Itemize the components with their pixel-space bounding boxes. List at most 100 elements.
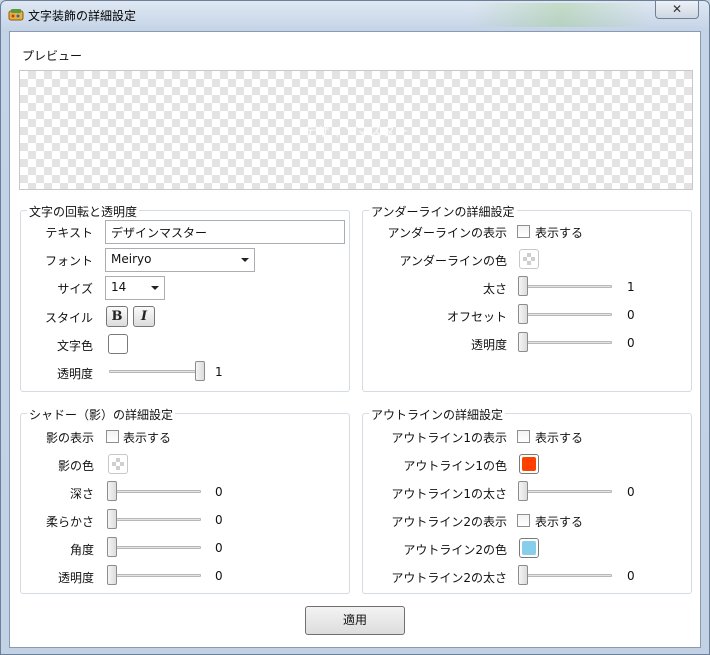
slider-track xyxy=(107,490,201,493)
shadow-show-label: 影の表示 xyxy=(45,431,94,445)
underline-color-label: アンダーラインの色 xyxy=(399,254,507,268)
slider-thumb[interactable] xyxy=(107,537,117,557)
underline-color-button[interactable] xyxy=(519,249,539,269)
preview-text: デザインマスター xyxy=(303,125,408,140)
underline-group: アンダーラインの詳細設定 アンダーラインの表示 表示する アンダーラインの色 太… xyxy=(362,203,692,392)
depth-value: 0 xyxy=(215,485,223,499)
softness-slider[interactable] xyxy=(107,509,201,529)
slider-track xyxy=(107,546,201,549)
group-title: アンダーラインの詳細設定 xyxy=(369,203,517,220)
outline1-show-label: アウトライン1の表示 xyxy=(391,431,507,445)
color-swatch xyxy=(522,457,536,471)
slider-thumb[interactable] xyxy=(195,361,205,381)
font-label: フォント xyxy=(44,254,93,268)
chevron-down-icon xyxy=(151,286,159,290)
angle-slider[interactable] xyxy=(107,537,201,557)
angle-label: 角度 xyxy=(69,543,94,557)
slider-thumb[interactable] xyxy=(518,276,528,296)
outline2-thickness-slider[interactable] xyxy=(518,565,612,585)
slider-thumb[interactable] xyxy=(518,565,528,585)
underline-show-label: アンダーラインの表示 xyxy=(387,226,507,240)
font-select[interactable]: Meiryo xyxy=(105,248,255,272)
outline1-thickness-value: 0 xyxy=(627,485,635,499)
outline2-color-button[interactable] xyxy=(519,538,539,558)
outline2-thickness-value: 0 xyxy=(627,569,635,583)
angle-value: 0 xyxy=(215,541,223,555)
close-button[interactable]: ✕ xyxy=(655,1,699,19)
font-select-value: Meiryo xyxy=(111,252,152,266)
slider-thumb[interactable] xyxy=(107,565,117,585)
size-select-value: 14 xyxy=(111,280,127,294)
shadow-show-checkbox-label[interactable]: 表示する xyxy=(123,429,171,446)
title-bar[interactable]: 文字装飾の詳細設定 ✕ xyxy=(1,1,709,29)
slider-thumb[interactable] xyxy=(107,481,117,501)
depth-label: 深さ xyxy=(69,487,94,501)
text-color-button[interactable] xyxy=(108,334,128,354)
slider-thumb[interactable] xyxy=(107,509,117,529)
shadow-show-checkbox[interactable] xyxy=(106,430,119,443)
outline2-color-label: アウトライン2の色 xyxy=(403,543,507,557)
text-label: テキスト xyxy=(45,226,93,240)
outline1-color-label: アウトライン1の色 xyxy=(403,459,507,473)
outline1-thickness-slider[interactable] xyxy=(518,481,612,501)
italic-button[interactable]: I xyxy=(133,306,155,327)
outline1-show-checkbox-label[interactable]: 表示する xyxy=(535,429,583,446)
slider-thumb[interactable] xyxy=(518,481,528,501)
size-select[interactable]: 14 xyxy=(105,276,165,300)
shadow-color-label: 影の色 xyxy=(57,459,94,473)
underline-opacity-label: 透明度 xyxy=(470,338,507,352)
shadow-opacity-value: 0 xyxy=(215,569,223,583)
outline2-show-checkbox-label[interactable]: 表示する xyxy=(535,513,583,530)
outline2-thickness-label: アウトライン2の太さ xyxy=(391,571,507,585)
shadow-opacity-slider[interactable] xyxy=(107,565,201,585)
depth-slider[interactable] xyxy=(107,481,201,501)
slider-track xyxy=(518,490,612,493)
offset-label: オフセット xyxy=(446,310,507,324)
slider-thumb[interactable] xyxy=(518,304,528,324)
title-decoration xyxy=(471,3,651,27)
slider-thumb[interactable] xyxy=(518,332,528,352)
preview-canvas: デザインマスター xyxy=(19,70,693,190)
group-title: アウトラインの詳細設定 xyxy=(369,406,506,423)
slider-track xyxy=(518,313,612,316)
close-icon: ✕ xyxy=(671,2,683,16)
slider-track xyxy=(518,574,612,577)
style-label: スタイル xyxy=(44,311,93,325)
thickness-slider[interactable] xyxy=(518,276,612,296)
rotation-opacity-group: 文字の回転と透明度 テキスト デザインマスター フォント Meiryo サイズ … xyxy=(20,203,350,392)
offset-slider[interactable] xyxy=(518,304,612,324)
color-swatch xyxy=(112,458,124,470)
outline2-show-label: アウトライン2の表示 xyxy=(391,515,507,529)
size-label: サイズ xyxy=(57,282,93,296)
shadow-color-button[interactable] xyxy=(108,454,128,474)
underline-show-checkbox-label[interactable]: 表示する xyxy=(535,224,583,241)
softness-label: 柔らかさ xyxy=(45,515,94,529)
slider-track xyxy=(109,370,205,373)
app-icon xyxy=(8,9,24,21)
underline-show-checkbox[interactable] xyxy=(517,225,530,238)
thickness-value: 1 xyxy=(627,280,635,294)
bold-button[interactable]: B xyxy=(106,306,128,327)
slider-track xyxy=(107,574,201,577)
outline1-show-checkbox[interactable] xyxy=(517,430,530,443)
underline-opacity-slider[interactable] xyxy=(518,332,612,352)
apply-button[interactable]: 適用 xyxy=(305,606,405,635)
color-swatch xyxy=(111,337,125,351)
outline2-show-checkbox[interactable] xyxy=(517,514,530,527)
outline1-thickness-label: アウトライン1の太さ xyxy=(391,487,507,501)
opacity-slider[interactable] xyxy=(109,361,205,381)
shadow-opacity-label: 透明度 xyxy=(57,571,94,585)
shadow-group: シャドー（影）の詳細設定 影の表示 表示する 影の色 深さ 0 柔らかさ 0 角… xyxy=(20,406,350,594)
slider-track xyxy=(107,518,201,521)
outline1-color-button[interactable] xyxy=(519,454,539,474)
chevron-down-icon xyxy=(241,258,249,262)
outline-group: アウトラインの詳細設定 アウトライン1の表示 表示する アウトライン1の色 アウ… xyxy=(362,406,692,594)
slider-track xyxy=(518,341,612,344)
softness-value: 0 xyxy=(215,513,223,527)
window-title: 文字装飾の詳細設定 xyxy=(28,9,137,23)
preview-label: プレビュー xyxy=(22,49,83,63)
color-swatch xyxy=(523,253,535,265)
group-title: シャドー（影）の詳細設定 xyxy=(27,406,176,423)
text-input[interactable]: デザインマスター xyxy=(105,220,345,244)
dialog-content: プレビュー デザインマスター 文字の回転と透明度 テキスト デザインマスター フ… xyxy=(9,31,701,648)
